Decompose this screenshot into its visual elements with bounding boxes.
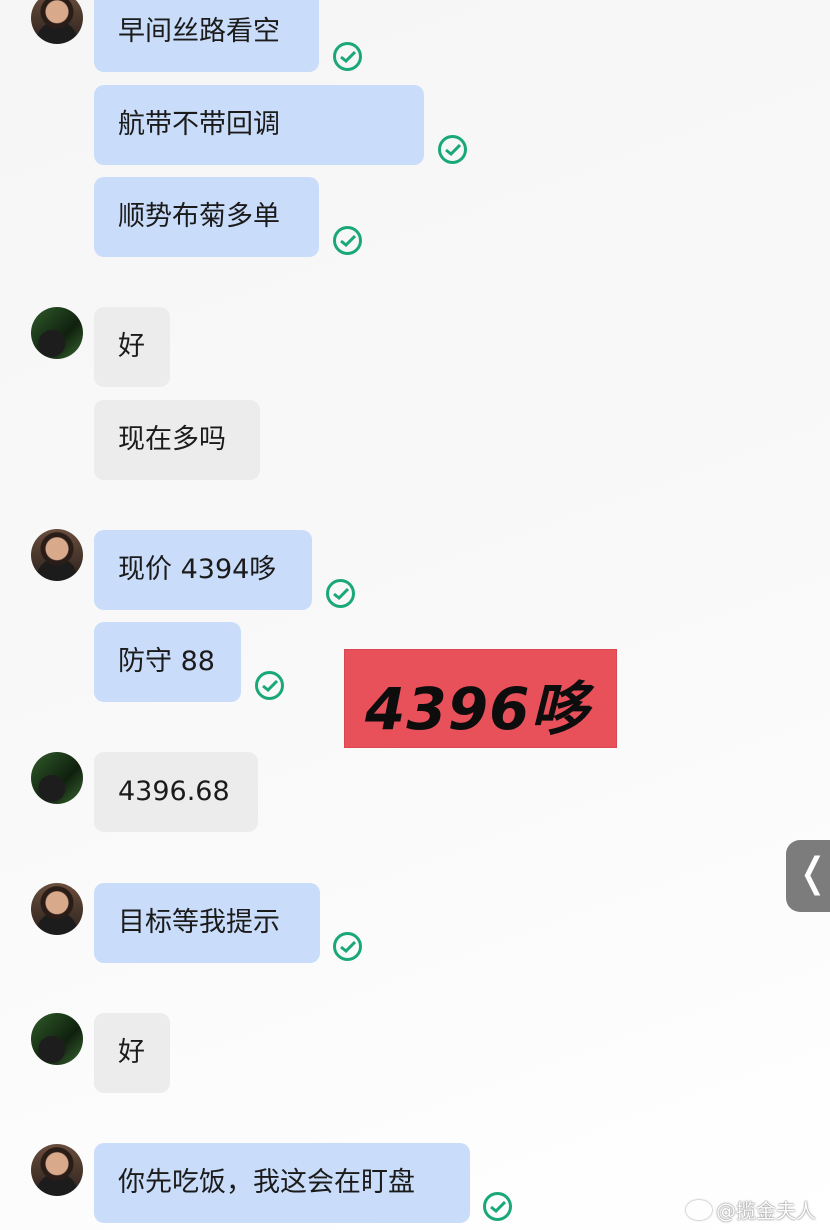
read-check-icon <box>333 932 362 961</box>
read-check-icon <box>333 42 362 71</box>
message-bubble[interactable]: 航带不带回调 <box>94 85 424 165</box>
collapse-chevron-icon: ❬ <box>796 850 830 896</box>
read-check-icon <box>438 135 467 164</box>
weibo-icon <box>686 1200 712 1220</box>
avatar-self[interactable] <box>31 1144 83 1196</box>
read-check-icon <box>483 1192 512 1221</box>
watermark: @揽金夫人 <box>686 1195 816 1224</box>
message-bubble[interactable]: 顺势布菊多单 <box>94 177 319 257</box>
message-bubble[interactable]: 4396.68 <box>94 752 258 832</box>
read-check-icon <box>333 226 362 255</box>
avatar-self[interactable] <box>31 529 83 581</box>
message-bubble[interactable]: 你先吃饭，我这会在盯盘 <box>94 1143 470 1223</box>
message-bubble[interactable]: 好 <box>94 1013 170 1093</box>
read-check-icon <box>255 671 284 700</box>
avatar-other[interactable] <box>31 307 83 359</box>
message-bubble[interactable]: 目标等我提示 <box>94 883 320 963</box>
avatar-self[interactable] <box>31 883 83 935</box>
price-annotation-badge: 4396哆 <box>345 650 616 747</box>
side-collapse-tab[interactable]: ❬ <box>786 840 830 912</box>
watermark-text: @揽金夫人 <box>716 1199 816 1223</box>
message-bubble[interactable]: 防守 88 <box>94 622 241 702</box>
avatar-other[interactable] <box>31 752 83 804</box>
message-bubble[interactable]: 好 <box>94 307 170 387</box>
price-annotation-text: 4396哆 <box>365 675 590 743</box>
message-bubble[interactable]: 早间丝路看空 <box>94 0 319 72</box>
message-bubble[interactable]: 现价 4394哆 <box>94 530 312 610</box>
message-bubble[interactable]: 现在多吗 <box>94 400 260 480</box>
avatar-self[interactable] <box>31 0 83 44</box>
read-check-icon <box>326 579 355 608</box>
avatar-other[interactable] <box>31 1013 83 1065</box>
